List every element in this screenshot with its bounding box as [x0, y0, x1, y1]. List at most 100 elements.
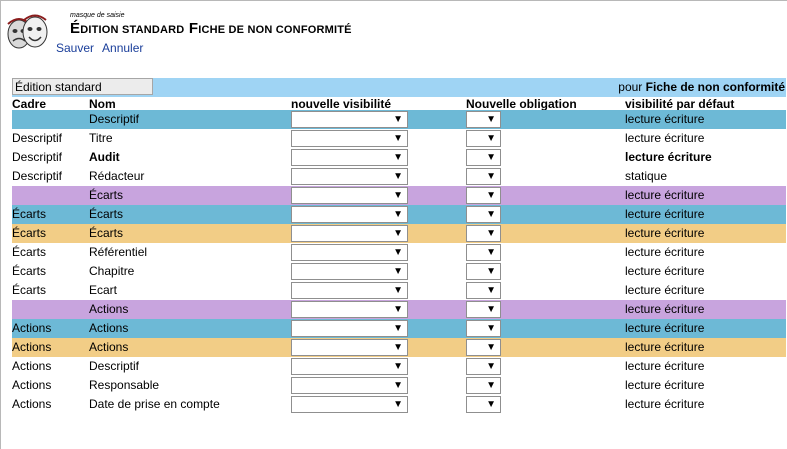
- cadre-cell: Écarts: [12, 283, 47, 297]
- visibility-select[interactable]: ▼: [291, 168, 408, 185]
- obligation-select[interactable]: ▼: [466, 206, 501, 223]
- default-visibility-cell: lecture écriture: [625, 283, 705, 297]
- chevron-down-icon: ▼: [486, 152, 496, 163]
- title-edition-initial: É: [70, 20, 81, 37]
- obligation-select[interactable]: ▼: [466, 320, 501, 337]
- obligation-select[interactable]: ▼: [466, 282, 501, 299]
- visibility-select[interactable]: ▼: [291, 282, 408, 299]
- table-row: Descriptif ▼ ▼ lecture écriture: [12, 110, 786, 129]
- chevron-down-icon: ▼: [393, 209, 403, 220]
- visibility-select[interactable]: ▼: [291, 149, 408, 166]
- nom-cell: Écarts: [89, 207, 124, 221]
- chevron-down-icon: ▼: [486, 342, 496, 353]
- edition-mode-field[interactable]: [12, 78, 153, 95]
- nom-cell: Audit: [89, 150, 120, 164]
- chevron-down-icon: ▼: [393, 190, 403, 201]
- table-row: Actions Responsable ▼ ▼ lecture écriture: [12, 376, 786, 395]
- obligation-select[interactable]: ▼: [466, 301, 501, 318]
- obligation-select[interactable]: ▼: [466, 358, 501, 375]
- chevron-down-icon: ▼: [393, 152, 403, 163]
- cadre-cell: Écarts: [12, 264, 47, 278]
- table-row: Écarts Référentiel ▼ ▼ lecture écriture: [12, 243, 786, 262]
- title-form-initial: F: [188, 20, 199, 37]
- visibility-select[interactable]: ▼: [291, 358, 408, 375]
- theater-mask-logo: [7, 14, 48, 49]
- visibility-select[interactable]: ▼: [291, 111, 408, 128]
- default-visibility-cell: lecture écriture: [625, 207, 705, 221]
- nom-cell: Actions: [89, 302, 129, 316]
- cadre-cell: Écarts: [12, 226, 47, 240]
- default-visibility-cell: lecture écriture: [625, 340, 705, 354]
- cadre-cell: Descriptif: [12, 150, 63, 164]
- table-row: Actions ▼ ▼ lecture écriture: [12, 300, 786, 319]
- obligation-select[interactable]: ▼: [466, 396, 501, 413]
- column-header-nouvelle-visibilite: nouvelle visibilité: [291, 97, 392, 111]
- chevron-down-icon: ▼: [486, 247, 496, 258]
- table-row: Descriptif Rédacteur ▼ ▼ statique: [12, 167, 786, 186]
- chevron-down-icon: ▼: [486, 209, 496, 220]
- save-link[interactable]: Sauver: [56, 41, 94, 55]
- table-row: Écarts Ecart ▼ ▼ lecture écriture: [12, 281, 786, 300]
- visibility-select[interactable]: ▼: [291, 130, 408, 147]
- chevron-down-icon: ▼: [486, 228, 496, 239]
- table-row: Actions Actions ▼ ▼ lecture écriture: [12, 319, 786, 338]
- default-visibility-cell: lecture écriture: [625, 264, 705, 278]
- default-visibility-cell: lecture écriture: [625, 131, 705, 145]
- obligation-select[interactable]: ▼: [466, 187, 501, 204]
- page-title: ÉDITION STANDARD FICHE DE NON CONFORMITÉ: [70, 20, 352, 37]
- default-visibility-cell: lecture écriture: [625, 302, 705, 316]
- title-edition-rest: DITION STANDARD: [80, 24, 185, 36]
- default-visibility-cell: lecture écriture: [625, 359, 705, 373]
- nom-cell: Titre: [89, 131, 113, 145]
- visibility-select[interactable]: ▼: [291, 339, 408, 356]
- cadre-cell: Écarts: [12, 245, 47, 259]
- chevron-down-icon: ▼: [393, 380, 403, 391]
- visibility-select[interactable]: ▼: [291, 320, 408, 337]
- chevron-down-icon: ▼: [393, 399, 403, 410]
- nom-cell: Actions: [89, 321, 129, 335]
- table-row: Actions Date de prise en compte ▼ ▼ lecture …: [12, 395, 786, 414]
- table-row: Descriptif Titre ▼ ▼ lecture écriture: [12, 129, 786, 148]
- obligation-select[interactable]: ▼: [466, 149, 501, 166]
- visibility-select[interactable]: ▼: [291, 225, 408, 242]
- chevron-down-icon: ▼: [393, 133, 403, 144]
- visibility-select[interactable]: ▼: [291, 377, 408, 394]
- nom-cell: Ecart: [89, 283, 118, 297]
- table-row: Écarts Écarts ▼ ▼ lecture écriture: [12, 205, 786, 224]
- obligation-select[interactable]: ▼: [466, 168, 501, 185]
- nom-cell: Chapitre: [89, 264, 135, 278]
- visibility-select[interactable]: ▼: [291, 396, 408, 413]
- default-visibility-cell: lecture écriture: [625, 321, 705, 335]
- obligation-select[interactable]: ▼: [466, 244, 501, 261]
- visibility-select[interactable]: ▼: [291, 206, 408, 223]
- column-header-cadre: Cadre: [12, 97, 47, 111]
- obligation-select[interactable]: ▼: [466, 339, 501, 356]
- chevron-down-icon: ▼: [393, 247, 403, 258]
- chevron-down-icon: ▼: [393, 228, 403, 239]
- page-caption: masque de saisie: [70, 12, 125, 19]
- chevron-down-icon: ▼: [486, 133, 496, 144]
- visibility-select[interactable]: ▼: [291, 187, 408, 204]
- cadre-cell: Actions: [12, 397, 52, 411]
- obligation-select[interactable]: ▼: [466, 111, 501, 128]
- cancel-link[interactable]: Annuler: [102, 41, 143, 55]
- obligation-select[interactable]: ▼: [466, 263, 501, 280]
- chevron-down-icon: ▼: [486, 190, 496, 201]
- visibility-select[interactable]: ▼: [291, 301, 408, 318]
- chevron-down-icon: ▼: [486, 114, 496, 125]
- obligation-select[interactable]: ▼: [466, 225, 501, 242]
- cadre-cell: Écarts: [12, 207, 47, 221]
- nom-cell: Actions: [89, 340, 129, 354]
- obligation-select[interactable]: ▼: [466, 377, 501, 394]
- nom-cell: Écarts: [89, 226, 124, 240]
- chevron-down-icon: ▼: [393, 323, 403, 334]
- obligation-select[interactable]: ▼: [466, 130, 501, 147]
- table-row: Écarts Écarts ▼ ▼ lecture écriture: [12, 224, 786, 243]
- chevron-down-icon: ▼: [486, 380, 496, 391]
- column-header-nouvelle-obligation: Nouvelle obligation: [466, 97, 577, 111]
- chevron-down-icon: ▼: [486, 323, 496, 334]
- nom-cell: Référentiel: [89, 245, 148, 259]
- visibility-select[interactable]: ▼: [291, 244, 408, 261]
- visibility-select[interactable]: ▼: [291, 263, 408, 280]
- title-form-rest: ICHE DE NON CONFORMITÉ: [198, 24, 352, 36]
